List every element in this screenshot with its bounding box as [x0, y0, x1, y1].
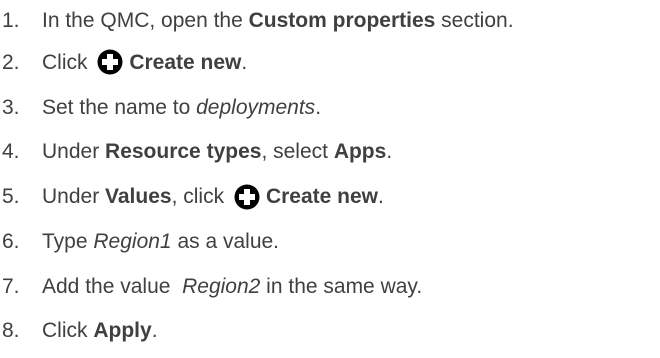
step-text: In the QMC, open the Custom properties s…	[42, 10, 514, 31]
step-item: 3. Set the name to deployments.	[0, 85, 660, 130]
ui-term: Custom properties	[248, 8, 436, 32]
step-text-fragment: .	[241, 50, 248, 74]
step-number: 8.	[2, 319, 20, 343]
step-text: Click Create new.	[42, 49, 247, 75]
example-value: deployments	[196, 95, 316, 119]
ui-term: Resource types	[105, 140, 262, 164]
step-text-fragment: In the QMC, open the	[42, 8, 249, 32]
step-text-fragment: .	[151, 319, 158, 343]
ui-term: Apply	[93, 319, 152, 343]
step-text-fragment: in the same way.	[260, 274, 423, 298]
step-text-fragment: Click	[42, 319, 94, 343]
step-text-fragment: .	[386, 140, 393, 164]
step-number: 4.	[2, 140, 20, 164]
step-number: 5.	[2, 185, 20, 209]
step-number: 1.	[2, 8, 20, 32]
step-text-fragment: Type	[42, 229, 94, 253]
step-text-fragment: Add the value	[42, 274, 183, 298]
step-text-fragment: Under	[42, 185, 106, 209]
step-text-fragment: as a value.	[171, 229, 280, 253]
step-text-fragment: .	[377, 185, 384, 209]
step-text-fragment: Under	[42, 140, 106, 164]
step-item: 2. Click Create new.	[0, 40, 660, 85]
example-value: Region1	[93, 229, 172, 253]
step-text-fragment: section.	[435, 8, 514, 32]
step-text-fragment: Click	[42, 50, 94, 74]
step-text: Set the name to deployments.	[42, 97, 321, 118]
step-text: Under Resource types, select Apps.	[42, 141, 392, 162]
step-item: 4. Under Resource types, select Apps.	[0, 130, 660, 175]
step-text-fragment: , click	[171, 185, 230, 209]
step-text-fragment: , select	[261, 140, 334, 164]
plus-circle-icon	[97, 49, 123, 75]
step-text: Type Region1 as a value.	[42, 231, 279, 252]
step-number: 2.	[2, 50, 20, 74]
step-text-fragment: .	[315, 95, 322, 119]
step-number: 7.	[2, 274, 20, 298]
step-text-fragment: Set the name to	[42, 95, 197, 119]
instruction-steps-list: 1. In the QMC, open the Custom properties…	[0, 0, 660, 353]
step-text: Add the value Region2 in the same way.	[42, 276, 422, 297]
step-item: 1. In the QMC, open the Custom properties…	[0, 0, 660, 40]
ui-term: Create new	[265, 185, 378, 209]
step-number: 6.	[2, 229, 20, 253]
step-item: 5. Under Values, click Create new.	[0, 174, 660, 219]
step-item: 8. Click Apply.	[0, 309, 660, 354]
ui-term: Values	[105, 185, 172, 209]
example-value: Region2	[182, 274, 261, 298]
step-item: 7. Add the value Region2 in the same way.	[0, 264, 660, 309]
step-text: Under Values, click Create new.	[42, 184, 384, 210]
plus-circle-icon	[234, 184, 260, 210]
ui-term: Create new	[129, 50, 242, 74]
step-number: 3.	[2, 95, 20, 119]
step-item: 6. Type Region1 as a value.	[0, 219, 660, 264]
step-text: Click Apply.	[42, 320, 158, 341]
ui-term: Apps	[333, 140, 387, 164]
